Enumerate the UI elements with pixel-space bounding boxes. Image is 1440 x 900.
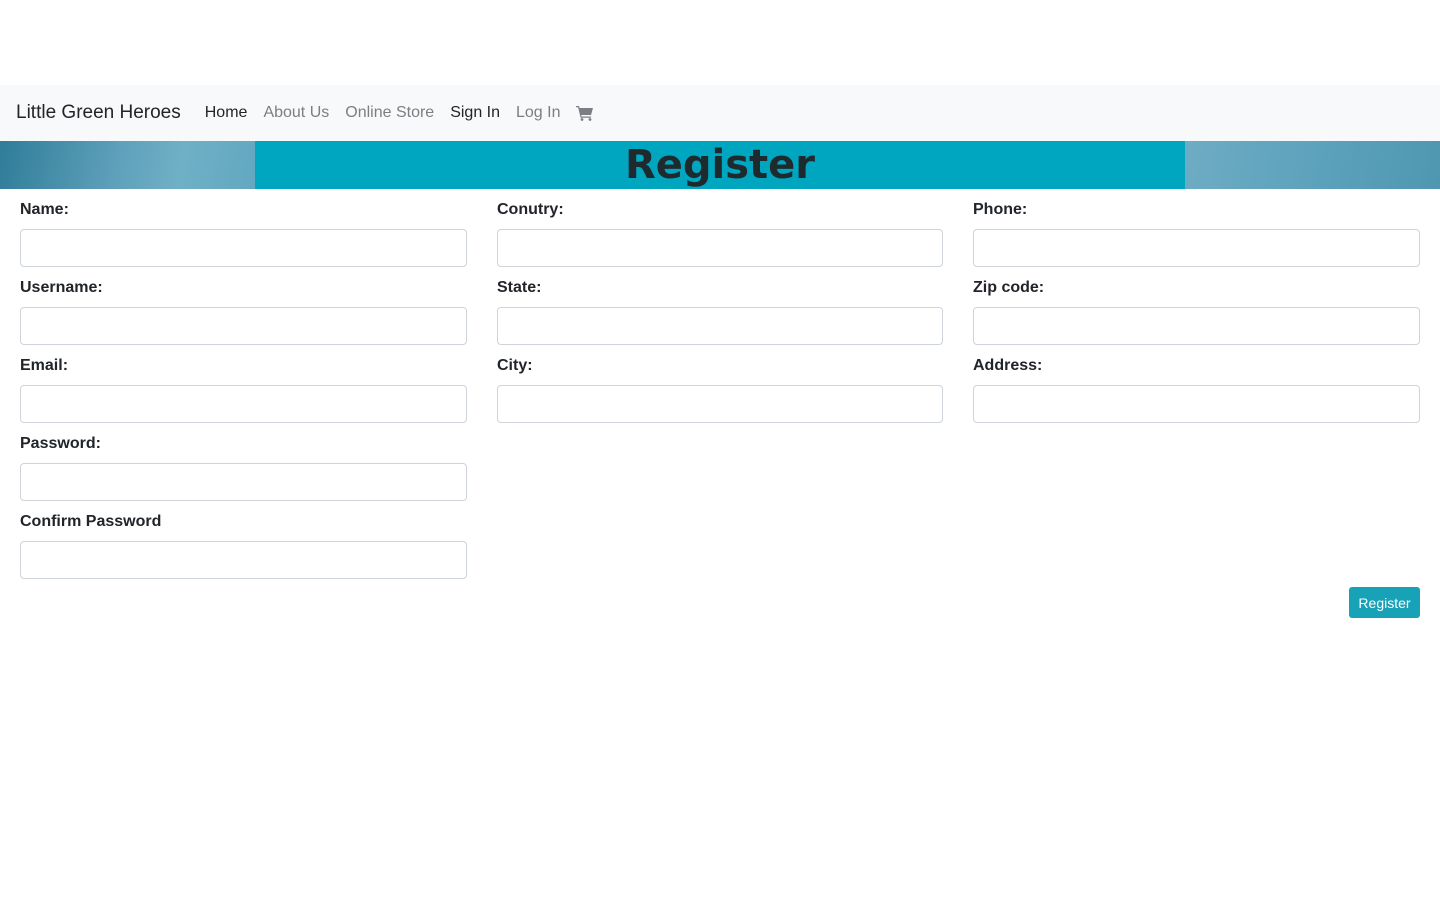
city-label: City: [497,357,533,374]
nav-sign-in[interactable]: Sign In [442,104,508,122]
name-field-group: Name: [20,189,467,267]
address-input[interactable] [973,385,1420,423]
nav-about-us[interactable]: About Us [255,104,337,122]
nav-home[interactable]: Home [197,104,256,122]
phone-label: Phone: [973,201,1028,218]
confirm-password-input[interactable] [20,541,467,579]
email-label: Email: [20,357,69,374]
banner-center: Register [255,141,1185,189]
nav-online-store[interactable]: Online Store [337,104,442,122]
form-column-location: Conutry: State: City: [497,189,943,423]
state-field-group: State: [497,267,943,345]
form-column-contact: Phone: Zip code: Address: [973,189,1420,423]
phone-field-group: Phone: [973,189,1420,267]
country-input[interactable] [497,229,943,267]
password-label: Password: [20,435,101,452]
confirm-password-field-group: Confirm Password [20,501,467,579]
zip-code-input[interactable] [973,307,1420,345]
username-field-group: Username: [20,267,467,345]
page-title: Register [624,142,816,188]
zip-code-field-group: Zip code: [973,267,1420,345]
country-field-group: Conutry: [497,189,943,267]
email-field-group: Email: [20,345,467,423]
username-input[interactable] [20,307,467,345]
register-form: Name: Username: Email: Password: Confirm… [0,189,1440,629]
state-input[interactable] [497,307,943,345]
banner-left-image [0,141,255,189]
city-input[interactable] [497,385,943,423]
zip-code-label: Zip code: [973,279,1045,296]
nav-log-in[interactable]: Log In [508,104,568,122]
register-button[interactable]: Register [1349,587,1420,618]
password-field-group: Password: [20,423,467,501]
top-spacer [0,0,1440,85]
email-input[interactable] [20,385,467,423]
confirm-password-label: Confirm Password [20,513,162,530]
address-label: Address: [973,357,1043,374]
banner-right-image [1185,141,1440,189]
shopping-cart-icon[interactable] [568,105,602,121]
username-label: Username: [20,279,103,296]
city-field-group: City: [497,345,943,423]
country-label: Conutry: [497,201,564,218]
password-input[interactable] [20,463,467,501]
page-banner: Register [0,141,1440,189]
navbar: Little Green Heroes Home About Us Online… [0,85,1440,141]
name-input[interactable] [20,229,467,267]
state-label: State: [497,279,542,296]
address-field-group: Address: [973,345,1420,423]
name-label: Name: [20,201,69,218]
form-column-personal: Name: Username: Email: Password: Confirm… [20,189,467,579]
brand-link[interactable]: Little Green Heroes [16,102,181,124]
phone-input[interactable] [973,229,1420,267]
